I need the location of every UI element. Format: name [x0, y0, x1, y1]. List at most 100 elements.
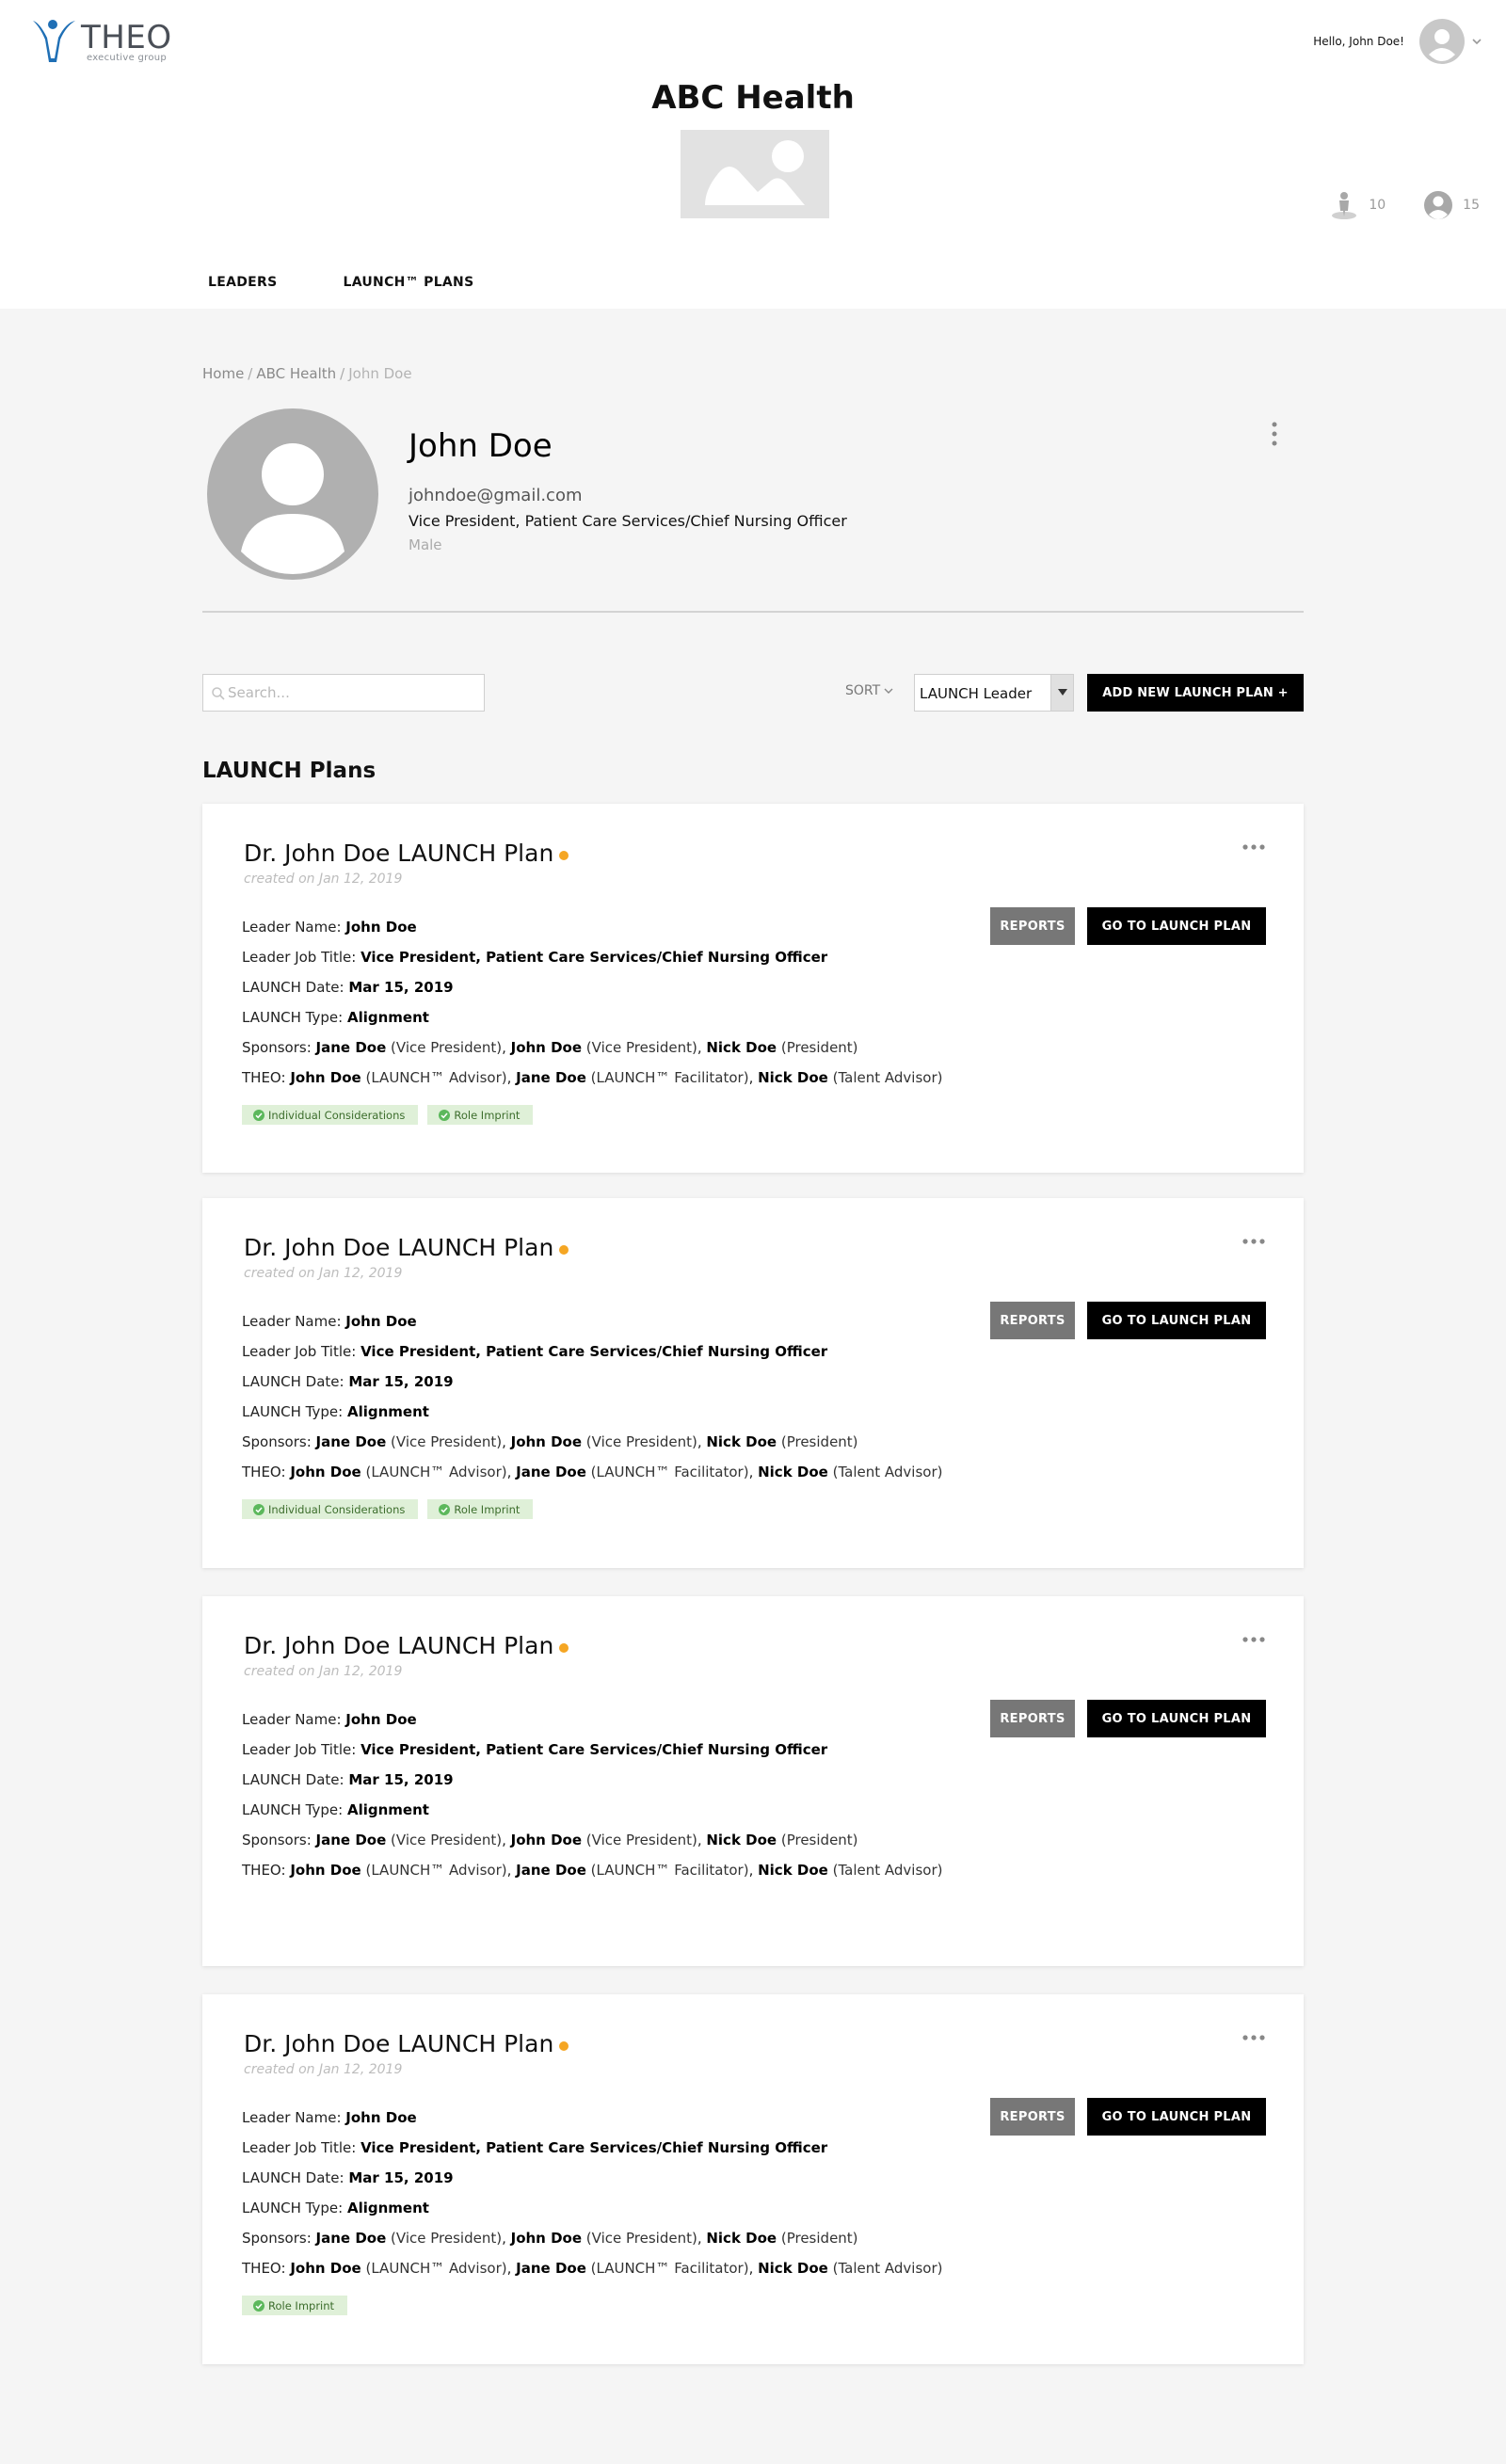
org-stats: 10 15 [1291, 190, 1480, 220]
person-name: John Doe [510, 2230, 583, 2247]
sort-select[interactable]: LAUNCH Leader [914, 674, 1074, 712]
launch-plan-card: Dr. John Doe LAUNCH Plan created on Jan 1… [202, 1994, 1304, 2364]
person-role: (President) [780, 1433, 858, 1450]
plan-title-row: Dr. John Doe LAUNCH Plan [244, 1632, 569, 1659]
profile-more-vertical-icon[interactable] [1268, 421, 1281, 447]
person-name: Nick Doe [758, 1464, 828, 1480]
search-box [202, 674, 485, 712]
nav-item-launch-plans[interactable]: LAUNCH™ PLANS [343, 275, 473, 290]
users-count[interactable]: 15 [1423, 190, 1480, 220]
field-sponsors: Sponsors: Jane Doe (Vice President), Joh… [242, 1039, 858, 1056]
profile-job-title: Vice President, Patient Care Services/Ch… [409, 512, 847, 530]
field-leader-job-title: Leader Job Title: Vice President, Patien… [242, 949, 827, 966]
field-value: Alignment [346, 1009, 429, 1026]
field-value: Mar 15, 2019 [348, 1373, 454, 1390]
reports-button[interactable]: REPORTS [990, 1302, 1075, 1339]
reports-button[interactable]: REPORTS [990, 907, 1075, 945]
search-input[interactable] [228, 682, 473, 703]
plan-created-date: created on Jan 12, 2019 [244, 872, 403, 887]
check-circle-icon [253, 1109, 264, 1121]
theo-logo[interactable]: THEO executive group [30, 15, 181, 68]
plan-created-date: created on Jan 12, 2019 [244, 1266, 403, 1281]
field-launch-type: LAUNCH Type: Alignment [242, 2200, 429, 2216]
chevron-down-icon [884, 688, 893, 694]
launch-plan-card: Dr. John Doe LAUNCH Plan created on Jan 1… [202, 1596, 1304, 1966]
go-to-launch-plan-button[interactable]: GO TO LAUNCH PLAN [1087, 907, 1266, 945]
person-role: (Talent Advisor) [832, 1862, 943, 1879]
launch-plan-card: Dr. John Doe LAUNCH Plan created on Jan 1… [202, 804, 1304, 1173]
main-nav: LEADERS LAUNCH™ PLANS [208, 275, 539, 290]
tag-label: Role Imprint [454, 1108, 521, 1122]
breadcrumb-home[interactable]: Home [202, 365, 244, 382]
add-launch-plan-button[interactable]: ADD NEW LAUNCH PLAN + [1087, 674, 1304, 712]
field-label: LAUNCH Type: [242, 1009, 344, 1026]
tag-badge: Role Imprint [427, 1499, 534, 1519]
field-theo-team: THEO: John Doe (LAUNCH™ Advisor), Jane D… [242, 2260, 943, 2277]
chevron-down-icon[interactable] [1470, 35, 1483, 48]
more-horizontal-icon[interactable] [1242, 843, 1266, 851]
check-circle-icon [439, 1503, 451, 1515]
person-role: (President) [780, 1039, 858, 1056]
field-value: Mar 15, 2019 [348, 2169, 454, 2186]
nav-item-leaders[interactable]: LEADERS [208, 275, 277, 290]
field-leader-name: Leader Name: John Doe [242, 919, 417, 936]
plan-tags: Role Imprint [242, 2296, 357, 2315]
field-leader-name: Leader Name: John Doe [242, 1313, 417, 1330]
user-avatar-icon[interactable] [1419, 19, 1465, 64]
breadcrumb-org[interactable]: ABC Health [256, 365, 336, 382]
field-launch-date: LAUNCH Date: Mar 15, 2019 [242, 979, 454, 996]
status-dot-icon [559, 1244, 569, 1255]
field-theo-team: THEO: John Doe (LAUNCH™ Advisor), Jane D… [242, 1464, 943, 1480]
reports-button[interactable]: REPORTS [990, 1700, 1075, 1737]
more-horizontal-icon[interactable] [1242, 1636, 1266, 1643]
user-menu[interactable]: Hello, John Doe! [1313, 19, 1483, 64]
person-role: (President) [780, 2230, 858, 2247]
field-launch-date: LAUNCH Date: Mar 15, 2019 [242, 2169, 454, 2186]
organization-title: ABC Health [651, 79, 855, 117]
go-to-launch-plan-button[interactable]: GO TO LAUNCH PLAN [1087, 1302, 1266, 1339]
plan-title[interactable]: Dr. John Doe LAUNCH Plan [244, 840, 553, 867]
plan-title[interactable]: Dr. John Doe LAUNCH Plan [244, 1234, 553, 1261]
field-label: Sponsors: [242, 1039, 312, 1056]
field-leader-name: Leader Name: John Doe [242, 1711, 417, 1728]
theo-logo-mark-icon [33, 20, 75, 62]
go-to-launch-plan-button[interactable]: GO TO LAUNCH PLAN [1087, 2098, 1266, 2136]
field-value: John Doe [345, 919, 417, 936]
plan-title[interactable]: Dr. John Doe LAUNCH Plan [244, 1632, 553, 1659]
person-role: (LAUNCH™ Facilitator) [590, 1464, 749, 1480]
field-value: Alignment [346, 1801, 429, 1818]
plan-title-row: Dr. John Doe LAUNCH Plan [244, 2030, 569, 2057]
plan-title[interactable]: Dr. John Doe LAUNCH Plan [244, 2030, 553, 2057]
more-horizontal-icon[interactable] [1242, 1238, 1266, 1245]
search-icon [212, 687, 225, 700]
person-role: (Vice President) [391, 1832, 503, 1848]
field-launch-date: LAUNCH Date: Mar 15, 2019 [242, 1771, 454, 1788]
reports-button[interactable]: REPORTS [990, 2098, 1075, 2136]
field-value: Alignment [346, 2200, 429, 2216]
leader-icon [1332, 192, 1357, 219]
person-name: John Doe [290, 1862, 361, 1879]
more-horizontal-icon[interactable] [1242, 2034, 1266, 2041]
person-name: John Doe [290, 1069, 361, 1086]
sort-toggle[interactable]: SORT [845, 683, 894, 698]
go-to-launch-plan-button[interactable]: GO TO LAUNCH PLAN [1087, 1700, 1266, 1737]
leaders-count[interactable]: 10 [1329, 190, 1386, 220]
person-name: Nick Doe [758, 2260, 828, 2277]
tag-label: Role Imprint [268, 2298, 335, 2312]
field-label: Leader Name: [242, 1313, 342, 1330]
person-name: John Doe [290, 1464, 361, 1480]
field-launch-date: LAUNCH Date: Mar 15, 2019 [242, 1373, 454, 1390]
field-label: THEO: [242, 1862, 286, 1879]
person-role: (Vice President) [585, 1433, 697, 1450]
profile-divider [202, 611, 1304, 613]
sort-label: SORT [845, 683, 881, 698]
person-name: John Doe [510, 1039, 583, 1056]
field-value: John Doe [345, 1711, 417, 1728]
field-value: John Doe [345, 1313, 417, 1330]
person-role: (LAUNCH™ Advisor) [365, 1464, 507, 1480]
field-leader-job-title: Leader Job Title: Vice President, Patien… [242, 1741, 827, 1758]
field-value: Alignment [346, 1403, 429, 1420]
field-leader-job-title: Leader Job Title: Vice President, Patien… [242, 2139, 827, 2156]
field-label: Sponsors: [242, 1433, 312, 1450]
tag-label: Individual Considerations [268, 1502, 406, 1516]
